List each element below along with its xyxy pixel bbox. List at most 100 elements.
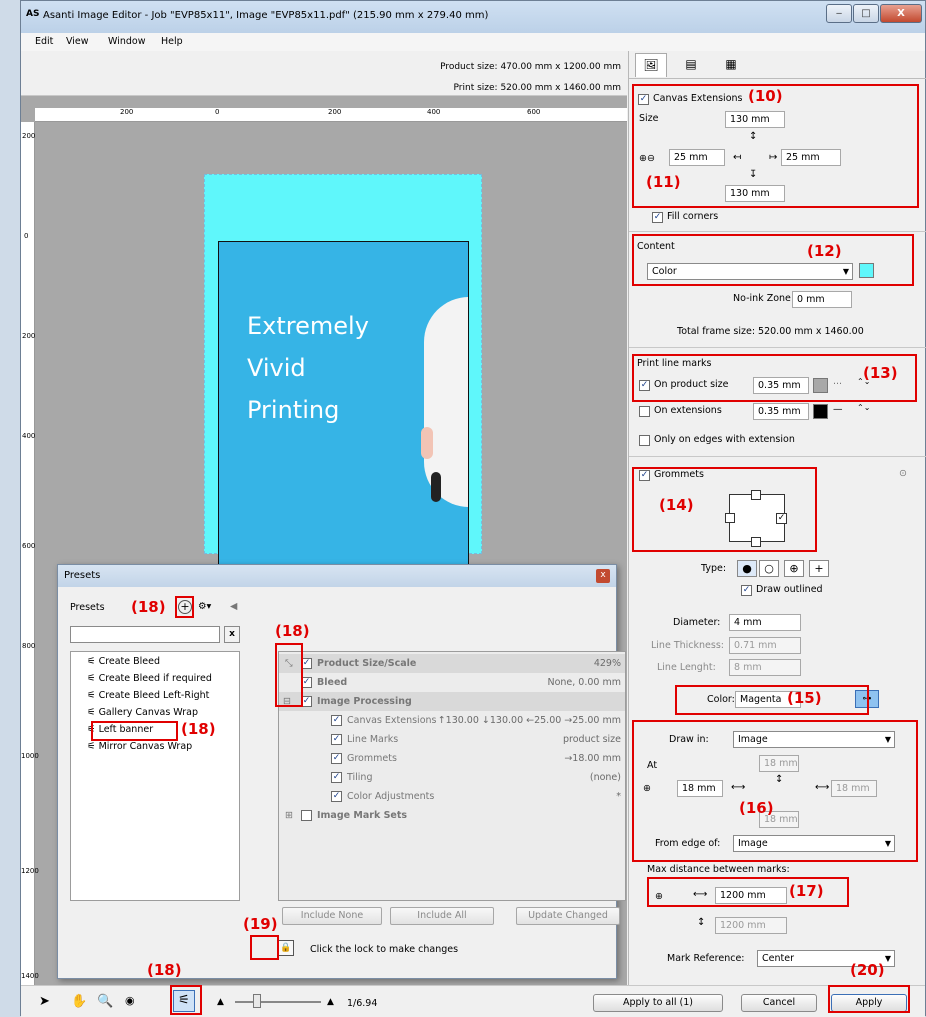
- row-checkbox[interactable]: ✓: [331, 715, 342, 726]
- callout-number: (18): [131, 598, 166, 616]
- line-length-input: 8 mm: [729, 659, 801, 676]
- callout-box: [250, 935, 279, 960]
- portrait-ear: [421, 427, 433, 459]
- maximize-button[interactable]: □: [853, 4, 879, 23]
- include-all-button[interactable]: Include All: [390, 907, 494, 925]
- line-thickness-label: Line Thickness:: [651, 640, 724, 651]
- zoom-out-icon[interactable]: ▲: [217, 997, 224, 1007]
- on-extensions-checkbox[interactable]: [639, 406, 650, 417]
- callout-box: [675, 685, 869, 715]
- update-changed-button[interactable]: Update Changed: [516, 907, 620, 925]
- callout-box: [632, 720, 918, 862]
- no-ink-input[interactable]: 0 mm: [792, 291, 852, 308]
- preset-item[interactable]: ⚟ Mirror Canvas Wrap: [87, 741, 192, 752]
- detail-row[interactable]: ✓ Color Adjustments *: [279, 787, 625, 806]
- presets-dialog: Presets x Presets + ⚙▾ ◀ x ⚟ Create Blee…: [57, 564, 626, 979]
- pointer-icon[interactable]: ➤: [39, 994, 50, 1009]
- row-checkbox[interactable]: [301, 810, 312, 821]
- preset-item[interactable]: ⚟ Create Bleed: [87, 656, 160, 667]
- detail-row[interactable]: ✓ Grommets →18.00 mm: [279, 749, 625, 768]
- zoom-icon[interactable]: 🔍: [97, 994, 113, 1009]
- line-length-label: Line Lenght:: [657, 662, 716, 673]
- app-logo: AS: [26, 9, 40, 19]
- stepper-icon[interactable]: ⌃⌄: [857, 403, 870, 412]
- diameter-input[interactable]: 4 mm: [729, 614, 801, 631]
- zoom-in-icon[interactable]: ▲: [327, 997, 334, 1007]
- preset-item[interactable]: ⚟ Create Bleed Left-Right: [87, 690, 209, 701]
- minimize-button[interactable]: ‒: [826, 4, 852, 23]
- callout-number: (10): [748, 87, 783, 105]
- print-size-text: Print size: 520.00 mm x 1460.00 mm: [453, 83, 621, 93]
- cancel-button[interactable]: Cancel: [741, 994, 817, 1012]
- type-plus[interactable]: +: [809, 560, 829, 577]
- only-edges-label: Only on edges with extension: [654, 434, 795, 445]
- gear-icon[interactable]: ⚙▾: [198, 601, 211, 612]
- zoom-slider-thumb[interactable]: [253, 994, 261, 1008]
- image-icon[interactable]: 🖼: [635, 53, 667, 77]
- detail-row[interactable]: ⤡ ✓ Product Size/Scale 429%: [279, 654, 625, 673]
- apply-to-all-button[interactable]: Apply to all (1): [593, 994, 723, 1012]
- bottom-toolbar: ➤ ✋ 🔍 ◉ ⚟ ▲ ▲ 1/6.94 Apply to all (1) Ca…: [21, 985, 925, 1017]
- detail-row[interactable]: ✓ Bleed None, 0.00 mm: [279, 673, 625, 692]
- detail-row[interactable]: ⊟ ✓ Image Processing: [279, 692, 625, 711]
- clear-search-icon[interactable]: x: [224, 626, 240, 643]
- ruler-label: 200: [328, 108, 342, 116]
- row-checkbox[interactable]: ✓: [331, 734, 342, 745]
- product-size-text: Product size: 470.00 mm x 1200.00 mm: [440, 62, 621, 72]
- callout-number: (19): [243, 915, 278, 933]
- lock-icon[interactable]: 🔒: [278, 940, 294, 956]
- artwork-text-line: Extremely: [247, 312, 369, 340]
- callout-number: (15): [787, 689, 822, 707]
- size-info: Product size: 470.00 mm x 1200.00 mm Pri…: [21, 51, 627, 96]
- close-icon[interactable]: x: [596, 569, 610, 583]
- artwork-image[interactable]: Extremely Vivid Printing: [218, 241, 469, 611]
- grid-icon[interactable]: ▦: [715, 53, 747, 77]
- ruler-label: 400: [22, 432, 36, 440]
- extension-line-width-input[interactable]: 0.35 mm: [753, 403, 809, 420]
- menu-edit[interactable]: Edit: [35, 36, 53, 47]
- fill-corners-checkbox[interactable]: ✓: [652, 212, 663, 223]
- menu-view[interactable]: View: [66, 36, 89, 47]
- preset-item[interactable]: ⚟ Gallery Canvas Wrap: [87, 707, 198, 718]
- row-checkbox[interactable]: ✓: [331, 753, 342, 764]
- preset-item[interactable]: ⚟ Create Bleed if required: [87, 673, 212, 684]
- sliders-icon: ⚟: [87, 673, 96, 684]
- solid-line-icon[interactable]: —: [833, 404, 843, 415]
- only-edges-checkbox[interactable]: [639, 435, 650, 446]
- ruler-label: 200: [22, 332, 36, 340]
- title-bar: AS Asanti Image Editor - Job "EVP85x11",…: [21, 1, 925, 33]
- draw-outlined-checkbox[interactable]: ✓: [741, 585, 752, 596]
- eye-icon[interactable]: ◉: [125, 994, 135, 1007]
- type-crosshair[interactable]: ⊕: [784, 560, 804, 577]
- type-circle[interactable]: ○: [759, 560, 779, 577]
- hand-icon[interactable]: ✋: [71, 994, 87, 1009]
- ruler-label: 600: [22, 542, 36, 550]
- include-none-button[interactable]: Include None: [282, 907, 382, 925]
- no-ink-label: No-ink Zone: [733, 293, 791, 304]
- ruler-label: 0: [215, 108, 220, 116]
- type-filled-circle[interactable]: ●: [737, 560, 757, 577]
- zoom-level[interactable]: 1/6.94: [347, 998, 377, 1009]
- menu-window[interactable]: Window: [108, 36, 145, 47]
- layout-icon[interactable]: ▤: [675, 53, 707, 77]
- detail-row[interactable]: ⊞ Image Mark Sets: [279, 806, 625, 825]
- line-thickness-input: 0.71 mm: [729, 637, 801, 654]
- menu-help[interactable]: Help: [161, 36, 183, 47]
- row-checkbox[interactable]: ✓: [331, 772, 342, 783]
- collapse-left-icon[interactable]: ◀: [230, 601, 237, 612]
- detail-row[interactable]: ✓ Canvas Extensions ↑130.00 ↓130.00 ←25.00…: [279, 711, 625, 730]
- extension-line-color-swatch[interactable]: [813, 404, 828, 419]
- mark-reference-label: Mark Reference:: [667, 953, 745, 964]
- preset-search-input[interactable]: [70, 626, 220, 643]
- horizontal-ruler: 200 0 200 400 600: [35, 108, 627, 122]
- detail-row[interactable]: ✓ Tiling (none): [279, 768, 625, 787]
- zoom-slider[interactable]: [235, 1001, 321, 1003]
- ruler-label: 800: [22, 642, 36, 650]
- vertical-ruler: 200 0 200 400 600 800 1000 1200 1400: [21, 122, 39, 985]
- row-checkbox[interactable]: ✓: [331, 791, 342, 802]
- collapse-icon[interactable]: ⊙: [899, 468, 907, 479]
- detail-row[interactable]: ✓ Line Marks product size: [279, 730, 625, 749]
- lock-hint-text: Click the lock to make changes: [310, 944, 459, 955]
- close-button[interactable]: X: [880, 4, 922, 23]
- type-label: Type:: [701, 563, 727, 574]
